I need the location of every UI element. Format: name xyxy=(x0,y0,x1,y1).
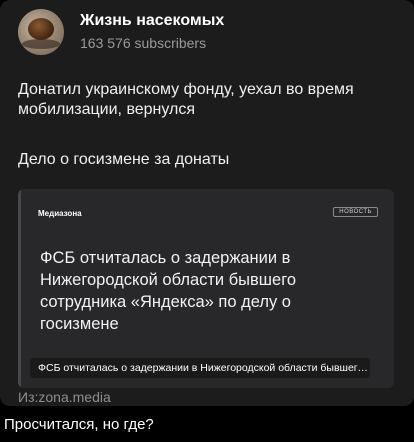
link-preview[interactable]: Медиазона НОВОСТЬ ФСБ отчиталась о задер… xyxy=(18,189,394,388)
subscriber-count: 163 576 subscribers xyxy=(80,35,207,51)
post-header: Жизнь насекомых 163 576 subscribers xyxy=(18,8,224,56)
channel-avatar[interactable] xyxy=(18,9,64,55)
preview-tag-badge: НОВОСТЬ xyxy=(333,207,378,217)
channel-name[interactable]: Жизнь насекомых xyxy=(80,11,224,31)
preview-headline: ФСБ отчиталась о задержании в Нижегородс… xyxy=(40,249,297,333)
post-text-line2: Дело о госизмене за донаты xyxy=(18,151,230,168)
preview-accent-bar xyxy=(18,189,21,388)
preview-site-name: Медиазона xyxy=(38,209,82,218)
beetle-icon xyxy=(28,18,54,40)
preview-caption: ФСБ отчиталась о задержании в Нижегородс… xyxy=(30,358,370,378)
reply-bar: Просчитался, но где? xyxy=(0,406,414,442)
post-text-line1: Донатил украинскому фонду, уехал во врем… xyxy=(18,81,354,118)
reply-text: Просчитался, но где? xyxy=(4,416,154,433)
avatar-ground xyxy=(22,39,60,49)
channel-info: Жизнь насекомых 163 576 subscribers xyxy=(80,11,224,53)
source-link[interactable]: Из:zona.media xyxy=(18,388,111,406)
channel-post-card: Жизнь насекомых 163 576 subscribers Дона… xyxy=(0,0,414,406)
